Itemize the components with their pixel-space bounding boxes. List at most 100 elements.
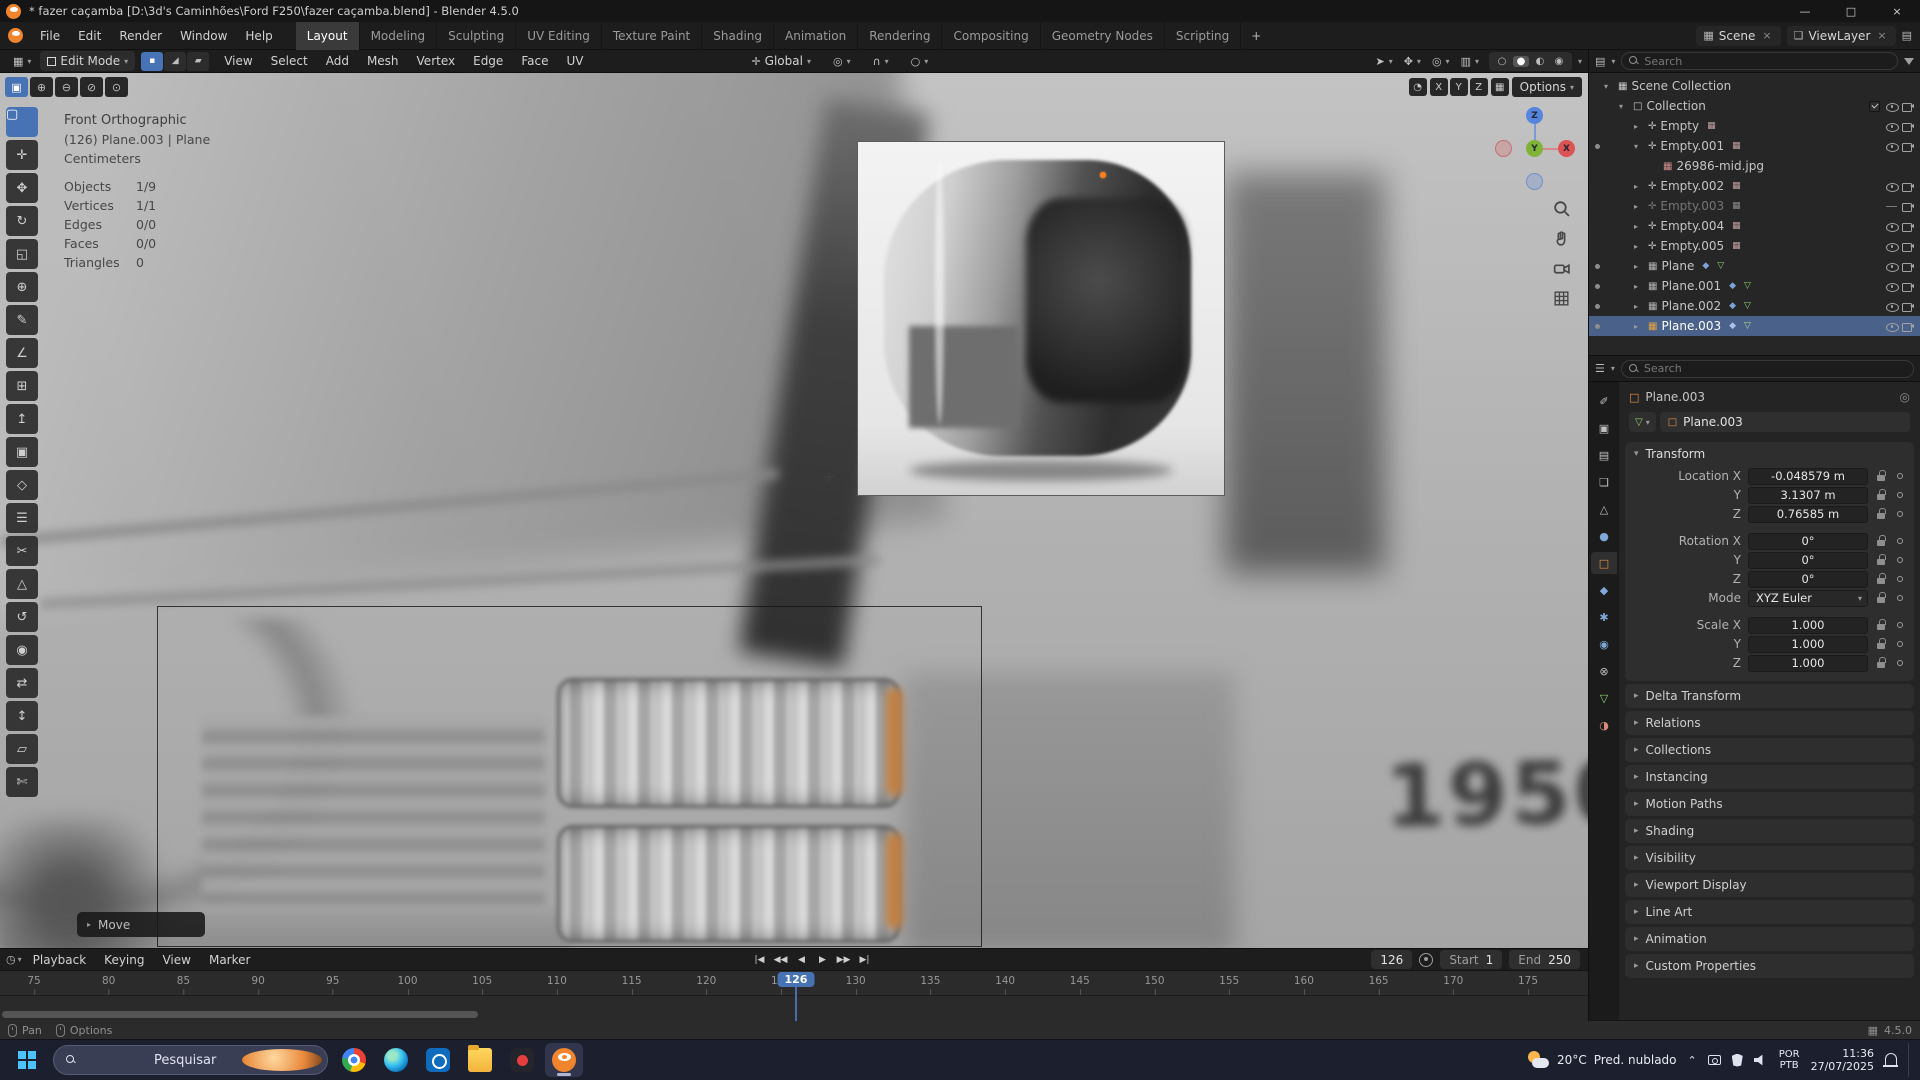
viewport-menu-item[interactable]: Edge bbox=[464, 50, 512, 72]
gizmo-y-ball[interactable]: Y bbox=[1526, 140, 1543, 157]
value-field[interactable]: 0° ▾ bbox=[1748, 533, 1868, 550]
render-camera-icon[interactable] bbox=[1900, 319, 1916, 334]
workspace-tab[interactable]: Sculpting bbox=[437, 22, 516, 50]
topbar-menu-item[interactable]: Edit bbox=[69, 25, 110, 47]
value-field[interactable]: 1.000 ▾ bbox=[1748, 655, 1868, 672]
play-reverse[interactable]: ◀ bbox=[792, 950, 811, 969]
workspace-tab[interactable]: Layout bbox=[296, 22, 360, 50]
frame-start-field[interactable]: Start 1 bbox=[1440, 950, 1502, 969]
lock-icon[interactable] bbox=[1873, 656, 1889, 670]
overlays-dropdown[interactable]: ◎ ▾ bbox=[1428, 51, 1454, 71]
properties-section[interactable]: ▸ Delta Transform bbox=[1625, 684, 1914, 708]
tray-camera-icon[interactable] bbox=[1708, 1055, 1721, 1065]
disclosure-arrow[interactable]: ▸ bbox=[1634, 322, 1644, 331]
edge-select-mode[interactable]: ◢ bbox=[164, 52, 186, 71]
gizmo-neg-z-ball[interactable] bbox=[1526, 173, 1543, 190]
viewport-3d[interactable]: 1950 ▣⊕⊖⊘⊙ ◔ bbox=[0, 73, 1588, 948]
output-tab[interactable]: ▤ bbox=[1591, 444, 1617, 466]
properties-section[interactable]: ▸ Motion Paths bbox=[1625, 792, 1914, 816]
auto-keying-toggle[interactable] bbox=[1419, 953, 1433, 967]
operator-panel-move[interactable]: ▸ Move bbox=[77, 912, 205, 937]
render-camera-icon[interactable] bbox=[1900, 279, 1916, 294]
animate-dot[interactable] bbox=[1897, 641, 1903, 647]
viewport-menu-item[interactable]: UV bbox=[557, 50, 592, 72]
blender-menu-icon[interactable] bbox=[8, 28, 23, 43]
particles-tab[interactable]: ✱ bbox=[1591, 606, 1617, 628]
outlook-icon[interactable] bbox=[419, 1043, 457, 1077]
lock-icon[interactable] bbox=[1873, 637, 1889, 651]
outliner-row[interactable]: ▸ ✛ Empty.002 ▦ bbox=[1589, 176, 1920, 196]
mirror-axis-toggle[interactable]: X bbox=[1430, 78, 1448, 96]
animate-dot[interactable] bbox=[1897, 557, 1903, 563]
lock-icon[interactable] bbox=[1873, 488, 1889, 502]
disclosure-arrow[interactable]: ▸ bbox=[1634, 222, 1644, 231]
plane-object-outline[interactable] bbox=[157, 606, 982, 947]
visibility-eye-icon[interactable] bbox=[1884, 239, 1900, 254]
animate-dot[interactable] bbox=[1897, 660, 1903, 666]
timeline-menu-item[interactable]: View bbox=[153, 949, 199, 971]
visibility-eye-icon[interactable] bbox=[1884, 299, 1900, 314]
select-intersect[interactable]: ⊙ bbox=[105, 77, 128, 97]
cursor-tool[interactable]: ✛ bbox=[6, 140, 38, 170]
outliner-item-label[interactable]: Empty.005 bbox=[1660, 239, 1724, 253]
scene-selector[interactable]: ▦ Scene × bbox=[1696, 26, 1780, 46]
solid-shading[interactable]: ● bbox=[1513, 56, 1529, 67]
show-desktop-button[interactable] bbox=[1908, 1043, 1912, 1077]
properties-section[interactable]: ▸ Collections bbox=[1625, 738, 1914, 762]
maximize-button[interactable]: □ bbox=[1828, 0, 1874, 22]
frame-end-field[interactable]: End 250 bbox=[1509, 950, 1580, 969]
datablock-type-button[interactable]: ▽ ▾ bbox=[1629, 412, 1656, 432]
animate-dot[interactable] bbox=[1897, 538, 1903, 544]
select-difference[interactable]: ⊘ bbox=[80, 77, 103, 97]
viewport-menu-item[interactable]: Face bbox=[512, 50, 557, 72]
mirror-reference-image[interactable] bbox=[857, 141, 1225, 496]
disclosure-arrow[interactable]: ▸ bbox=[1634, 302, 1644, 311]
shear-tool[interactable]: ▱ bbox=[6, 734, 38, 764]
vertex-select-mode[interactable]: ▪ bbox=[141, 52, 163, 71]
workspace-tab[interactable]: Shading bbox=[702, 22, 774, 50]
filter-icon[interactable] bbox=[1904, 58, 1914, 65]
pin-icon[interactable]: ◎ bbox=[1900, 390, 1910, 404]
falloff-icon[interactable]: ◔ bbox=[1409, 78, 1427, 96]
viewlayer-selector[interactable]: ❏ ViewLayer × bbox=[1787, 26, 1896, 46]
visibility-eye-icon[interactable] bbox=[1884, 99, 1900, 114]
timeline-menu-item[interactable]: Playback bbox=[24, 949, 96, 971]
workspace-tab[interactable]: Animation bbox=[774, 22, 858, 50]
add-workspace-button[interactable]: + bbox=[1241, 29, 1271, 43]
spin-tool[interactable]: ↺ bbox=[6, 602, 38, 632]
disclosure-arrow[interactable]: ▸ bbox=[1634, 182, 1644, 191]
playhead-frame-badge[interactable]: 126 bbox=[777, 972, 814, 987]
snap-grid-icon[interactable]: ▦ bbox=[1491, 78, 1509, 96]
visibility-eye-icon[interactable] bbox=[1884, 179, 1900, 194]
outliner-row[interactable]: ▸ ▦ Plane.003 ◆ ▽ bbox=[1589, 316, 1920, 336]
value-field[interactable]: 0° ▾ bbox=[1748, 552, 1868, 569]
wireframe-shading[interactable]: ○ bbox=[1494, 56, 1510, 67]
material-shading[interactable]: ◐ bbox=[1532, 56, 1548, 67]
animate-dot[interactable] bbox=[1897, 576, 1903, 582]
disclosure-arrow[interactable]: ▾ bbox=[1604, 82, 1614, 91]
navigation-gizmo[interactable]: Z Y X bbox=[1494, 103, 1578, 195]
outliner-item-label[interactable]: Collection bbox=[1646, 99, 1705, 113]
timeline-editor-icon[interactable]: ◷ bbox=[6, 953, 16, 966]
animate-dot[interactable] bbox=[1897, 622, 1903, 628]
render-camera-icon[interactable] bbox=[1900, 139, 1916, 154]
render-camera-icon[interactable] bbox=[1900, 219, 1916, 234]
notification-bell-icon[interactable] bbox=[1885, 1053, 1897, 1065]
orientation-dropdown[interactable]: ✛ Global ▾ bbox=[744, 51, 818, 71]
collection-checkbox[interactable] bbox=[1869, 101, 1880, 112]
render-tab[interactable]: ▣ bbox=[1591, 417, 1617, 439]
next-keyframe[interactable]: ▶▶ bbox=[834, 950, 853, 969]
lock-icon[interactable] bbox=[1873, 572, 1889, 586]
gizmo-z-ball[interactable]: Z bbox=[1526, 107, 1543, 124]
disclosure-arrow[interactable]: ▾ bbox=[1619, 102, 1629, 111]
mirror-axis-toggle[interactable]: Z bbox=[1470, 78, 1488, 96]
outliner-item-label[interactable]: Empty.004 bbox=[1660, 219, 1724, 233]
outliner-editor-icon[interactable]: ▤ bbox=[1595, 55, 1605, 68]
timeline-scrollbar[interactable] bbox=[2, 1011, 478, 1018]
workspace-tab[interactable]: Texture Paint bbox=[602, 22, 702, 50]
rip-region-tool[interactable]: ✄ bbox=[6, 767, 38, 797]
gizmo-x-ball[interactable]: X bbox=[1558, 140, 1575, 157]
workspace-tab[interactable]: Scripting bbox=[1165, 22, 1241, 50]
constraints-tab[interactable]: ⊗ bbox=[1591, 660, 1617, 682]
workspace-tab[interactable]: Rendering bbox=[858, 22, 942, 50]
